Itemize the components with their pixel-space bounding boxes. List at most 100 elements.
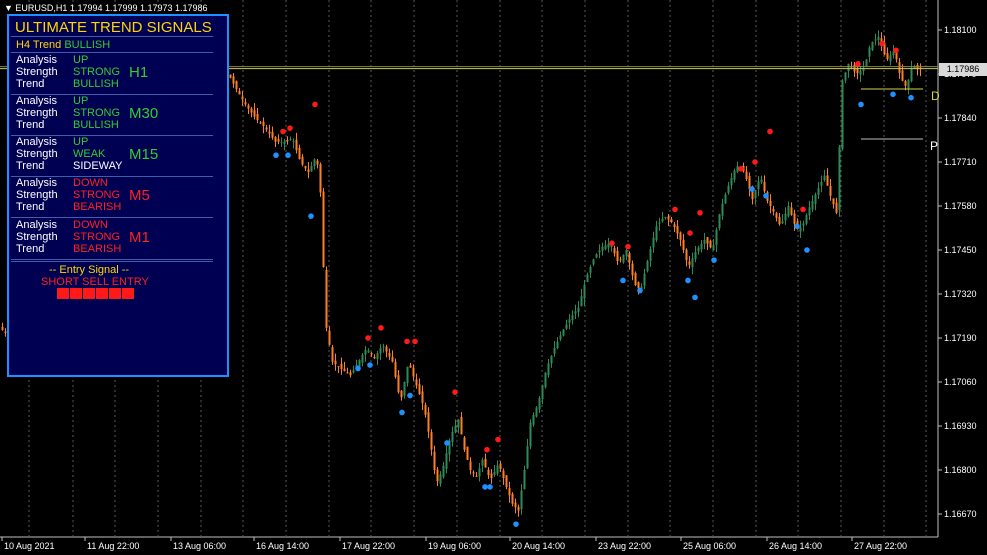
sell-signal-dot [312,101,318,108]
buy-signal-dot [487,484,493,490]
buy-signal-dot [399,409,405,416]
strength-label: Strength [16,107,58,119]
price-axis-label: 1.17710 [944,157,977,167]
candle-body [298,147,301,160]
sell-signal-dot [767,128,773,135]
sell-signal-dot [800,206,806,213]
candle-body [496,465,499,474]
candle-body [664,217,667,218]
analysis-value: DOWN [73,177,108,189]
candle-body [1,326,4,330]
candle-body [469,461,472,470]
symbol-header: ▼ EURUSD,H1 1.17994 1.17999 1.17973 1.17… [4,3,208,13]
candle-body [262,121,265,127]
candle-body [304,166,307,169]
sell-signal-dot [365,335,371,341]
time-axis-label: 23 Aug 22:00 [598,541,651,551]
sell-signal-dot [412,338,418,345]
candle-body [793,213,796,224]
candle-body [271,131,274,138]
buy-signal-dot [407,392,413,399]
candle-body [763,181,766,192]
candle-body [856,68,859,74]
candle-body [631,263,634,276]
candle-body [241,96,244,100]
strength-label: Strength [16,231,58,243]
trend-value: BEARISH [73,243,122,255]
strength-value: STRONG [73,66,121,78]
candle-body [526,446,529,469]
candle-body [700,243,703,250]
candle-body [805,215,808,224]
candle-body [583,284,586,299]
candle-body [754,190,757,199]
candle-body [340,363,343,370]
candle-body [451,431,454,442]
buy-signal-dot [637,287,643,294]
candle-body [601,246,604,251]
candle-body [319,164,322,193]
side-label-p: P [930,139,939,153]
candle-body [361,354,364,363]
sell-signal-dot [452,389,458,395]
strength-label: Strength [16,148,58,160]
divider [11,217,213,218]
candle-body [424,404,427,415]
sell-signal-dot [672,206,678,213]
time-axis-label: 17 Aug 22:00 [342,541,395,551]
side-label-d: D [931,89,940,103]
candle-body [769,200,772,206]
candle-body [571,315,574,321]
candle-body [514,502,517,508]
candle-body [391,356,394,362]
sell-signal-dot [495,436,501,443]
trend-label: Trend [16,78,45,90]
buy-signal-dot [794,223,800,230]
sell-signal-dot [404,338,410,345]
buy-signal-dot [367,362,373,368]
candle-body [502,470,505,479]
candle-body [328,330,331,345]
candle-body [679,232,682,240]
candle-body [247,105,250,109]
time-axis-label: 19 Aug 06:00 [428,541,481,551]
candle-body [886,53,889,60]
candle-body [541,385,544,400]
analysis-label: Analysis [16,95,57,107]
candle-body [895,52,898,60]
candle-body [628,253,631,263]
timeframe-block-m15: Analysis UP Strength WEAK Trend SIDEWAY M15 [16,136,221,176]
candle-body [322,191,325,267]
sell-signal-dot [378,325,384,331]
candle-body [493,471,496,476]
candle-body [820,181,823,186]
candle-body [277,138,280,142]
candle-body [418,384,421,395]
analysis-label: Analysis [16,219,57,231]
strength-value: STRONG [73,231,121,243]
buy-signal-dot [692,294,698,301]
candle-body [343,368,346,372]
candle-body [442,465,445,478]
price-axis-label: 1.16930 [944,421,977,431]
candle-body [301,156,304,165]
buy-signal-dot [285,152,291,159]
candle-body [388,353,391,357]
candle-body [709,240,712,248]
candle-body [238,90,241,95]
candle-body [511,493,514,504]
candle-body [646,261,649,272]
candle-body [307,169,310,173]
candle-body [616,250,619,261]
candle-body [625,250,628,256]
buy-signal-dot [685,277,691,284]
candle-body [337,366,340,368]
candle-body [595,254,598,258]
h4-trend-row: H4 Trend BULLISH [16,39,110,51]
candle-body [787,206,790,217]
candle-body [373,356,376,359]
candle-body [349,372,352,376]
candle-body [721,203,724,216]
candle-body [403,382,406,396]
candle-body [871,41,874,50]
